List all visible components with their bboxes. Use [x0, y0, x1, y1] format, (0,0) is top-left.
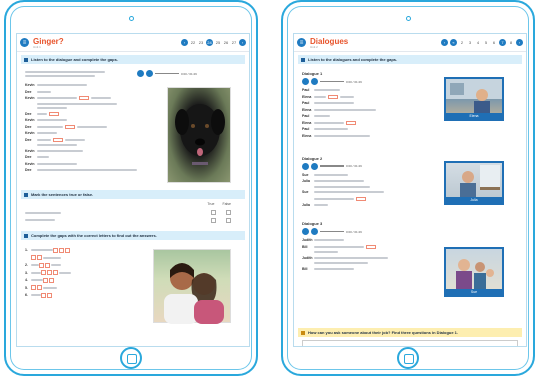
- answer-input[interactable]: [302, 340, 518, 346]
- gap-input[interactable]: [65, 124, 75, 129]
- exercise-icon: [24, 57, 28, 62]
- dialogue-1-title: Dialogue 1: [302, 71, 323, 76]
- audio-player-3: 0:00 / 01:29: [302, 228, 518, 235]
- page-5[interactable]: 5: [483, 40, 489, 45]
- tf-row: [25, 210, 241, 215]
- menu-icon[interactable]: ≡: [297, 38, 306, 47]
- tf-row: [25, 217, 241, 223]
- page-27[interactable]: 27: [231, 40, 237, 45]
- page-8[interactable]: 8: [508, 40, 514, 45]
- page-23[interactable]: 23: [198, 40, 204, 45]
- gap-input[interactable]: [356, 196, 366, 201]
- false-checkbox[interactable]: [226, 210, 231, 215]
- dialogue-2-title: Dialogue 2: [302, 155, 323, 161]
- next-page-icon[interactable]: ›: [516, 39, 523, 46]
- gap-input[interactable]: [328, 94, 338, 99]
- dialogue-3-title: Dialogue 3: [302, 221, 323, 226]
- audio-progress[interactable]: [155, 72, 179, 75]
- play-button[interactable]: [302, 162, 309, 170]
- pause-button[interactable]: [311, 162, 318, 170]
- page-3[interactable]: 3: [467, 40, 473, 45]
- gap-input[interactable]: [346, 120, 356, 125]
- exercise-icon: [24, 192, 28, 197]
- audio-progress[interactable]: [320, 80, 344, 83]
- audio-player: 0:00 / 01:29: [137, 70, 197, 77]
- tablet-right: ≡ Dialogues Unit 2 ‹ « 2 3 4 5 6 7 8 › L…: [281, 0, 535, 376]
- dialogue-section: 0:00 / 01:29 Kevin Dee Kevin Dee Kevin D…: [17, 67, 249, 187]
- page-6[interactable]: 6: [491, 40, 497, 45]
- home-button[interactable]: [120, 347, 142, 369]
- play-button[interactable]: [137, 70, 144, 77]
- page-nav: ‹ 22 23 24 25 26 27 ›: [181, 39, 246, 46]
- exercise-icon: [301, 57, 305, 62]
- page-title: Dialogues Unit 2: [310, 37, 441, 49]
- letters-section: 1. 2. 3. 4. 5. 6.: [17, 243, 249, 324]
- exercise-header-2: Mark the sentences true or false.: [21, 190, 245, 199]
- pause-button[interactable]: [146, 70, 153, 77]
- elena-caption: Elena: [446, 113, 502, 119]
- prev-page-icon[interactable]: ‹: [181, 39, 188, 46]
- exercise-header-1: Listen to the dialogues and complete the…: [298, 55, 522, 64]
- page-current[interactable]: 7: [499, 39, 506, 46]
- play-button[interactable]: [302, 228, 309, 235]
- dog-illustration: [175, 104, 225, 165]
- pause-button[interactable]: [311, 78, 318, 85]
- julia-caption: Julia: [446, 197, 502, 203]
- page-4[interactable]: 4: [475, 40, 481, 45]
- dog-photo: [167, 87, 231, 183]
- gap-input[interactable]: [53, 137, 63, 142]
- dialogues-section: Dialogue 1 0:00 / 01:29 Paul Elena Paul …: [294, 67, 526, 325]
- true-checkbox[interactable]: [211, 210, 216, 215]
- play-button[interactable]: [302, 78, 309, 85]
- exercise-header-2: How can you ask someone about their job?…: [298, 328, 522, 337]
- audio-progress[interactable]: [320, 230, 344, 233]
- top-bar: ≡ Dialogues Unit 2 ‹ « 2 3 4 5 6 7 8 ›: [294, 34, 526, 52]
- page-25[interactable]: 25: [215, 40, 221, 45]
- home-button[interactable]: [397, 347, 419, 369]
- page-26[interactable]: 26: [223, 40, 229, 45]
- page-2[interactable]: 2: [459, 40, 465, 45]
- gap-input[interactable]: [49, 111, 59, 116]
- dialogue-row: Elena: [302, 134, 518, 138]
- dialogue-row: Judith: [302, 238, 518, 242]
- menu-icon[interactable]: ≡: [20, 38, 29, 47]
- screen-left: ≡ Ginger? Unit 1 ‹ 22 23 24 25 26 27 › L…: [16, 33, 250, 347]
- tablet-left: ≡ Ginger? Unit 1 ‹ 22 23 24 25 26 27 › L…: [4, 0, 258, 376]
- elena-photo: Elena: [444, 77, 504, 121]
- couple-photo: [153, 249, 231, 324]
- true-false-section: True False: [17, 202, 249, 228]
- dialogue-row: Paul: [302, 127, 518, 131]
- sue-caption: Sue: [446, 289, 502, 295]
- julia-photo: Julia: [444, 161, 504, 205]
- gap-input[interactable]: [366, 244, 376, 249]
- couple-illustration: [164, 263, 224, 324]
- gap-input[interactable]: [79, 96, 89, 100]
- page-22[interactable]: 22: [190, 40, 196, 45]
- audio-progress[interactable]: [320, 165, 344, 167]
- prev-page-icon[interactable]: ‹: [441, 39, 448, 46]
- page-current[interactable]: 24: [206, 39, 213, 46]
- next-page-icon[interactable]: ›: [239, 39, 246, 46]
- screen-right: ≡ Dialogues Unit 2 ‹ « 2 3 4 5 6 7 8 › L…: [293, 33, 527, 347]
- true-checkbox[interactable]: [211, 217, 216, 223]
- page-nav: ‹ « 2 3 4 5 6 7 8 ›: [441, 39, 523, 46]
- pause-button[interactable]: [311, 228, 318, 235]
- top-bar: ≡ Ginger? Unit 1 ‹ 22 23 24 25 26 27 ›: [17, 34, 249, 52]
- camera-dot: [128, 16, 134, 21]
- exercise-icon: [24, 233, 28, 238]
- exercise-icon: [301, 330, 305, 335]
- sue-photo: Sue: [444, 247, 504, 297]
- page-title: Ginger? Unit 1: [33, 37, 181, 49]
- false-checkbox[interactable]: [226, 217, 231, 223]
- exercise-header-1: Listen to the dialogue and complete the …: [21, 55, 245, 64]
- camera-dot: [405, 16, 411, 21]
- first-page-icon[interactable]: «: [450, 39, 457, 46]
- exercise-header-3: Complete the gaps with the correct lette…: [21, 231, 245, 240]
